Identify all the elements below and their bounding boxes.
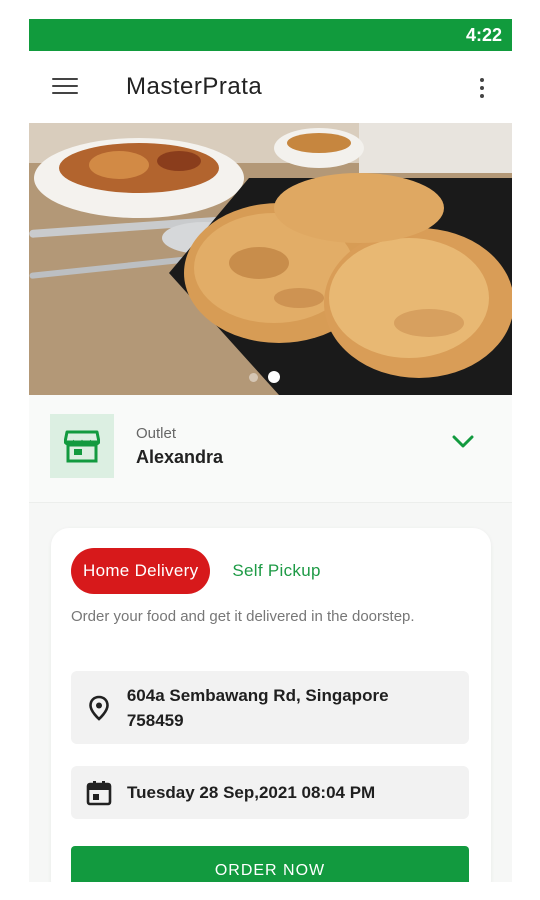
carousel-dot[interactable] <box>249 372 258 382</box>
datetime-field[interactable]: Tuesday 28 Sep,2021 08:04 PM <box>71 766 469 819</box>
delivery-address: 604a Sembawang Rd, Singapore 758459 <box>126 685 389 730</box>
app-bar: MasterPrata <box>29 51 512 123</box>
hero-carousel[interactable] <box>29 123 512 395</box>
carousel-indicator <box>249 371 280 383</box>
delivery-description: Order your food and get it delivered in … <box>71 608 415 625</box>
outlet-value: Alexandra <box>136 447 224 467</box>
tab-self-pickup[interactable]: Self Pickup <box>232 561 320 581</box>
order-now-button[interactable]: ORDER NOW <box>71 846 469 882</box>
outlet-selector[interactable]: Outlet Alexandra <box>29 395 512 503</box>
storefront-icon <box>64 430 100 463</box>
calendar-icon <box>86 780 112 805</box>
delivery-datetime: Tuesday 28 Sep,2021 08:04 PM <box>127 783 376 802</box>
more-vertical-icon[interactable] <box>474 75 490 101</box>
hamburger-menu-icon[interactable] <box>51 75 79 97</box>
app-title: MasterPrata <box>126 73 263 100</box>
order-card: Home Delivery Self Pickup Order your foo… <box>51 528 491 882</box>
status-bar: 4:22 <box>29 19 512 51</box>
delivery-mode-tabs: Home Delivery Self Pickup <box>71 548 321 594</box>
hero-image <box>29 123 512 395</box>
app-screen: 4:22 MasterPrata Outlet Alexandra Home D… <box>29 19 512 882</box>
outlet-icon-box <box>50 414 114 478</box>
address-field[interactable]: 604a Sembawang Rd, Singapore 758459 <box>71 671 469 744</box>
location-pin-icon <box>89 695 109 721</box>
status-time: 4:22 <box>465 24 502 45</box>
carousel-dot-active[interactable] <box>268 371 280 383</box>
chevron-down-icon[interactable] <box>452 435 474 449</box>
outlet-label: Outlet <box>136 425 177 442</box>
tab-home-delivery[interactable]: Home Delivery <box>71 548 211 594</box>
